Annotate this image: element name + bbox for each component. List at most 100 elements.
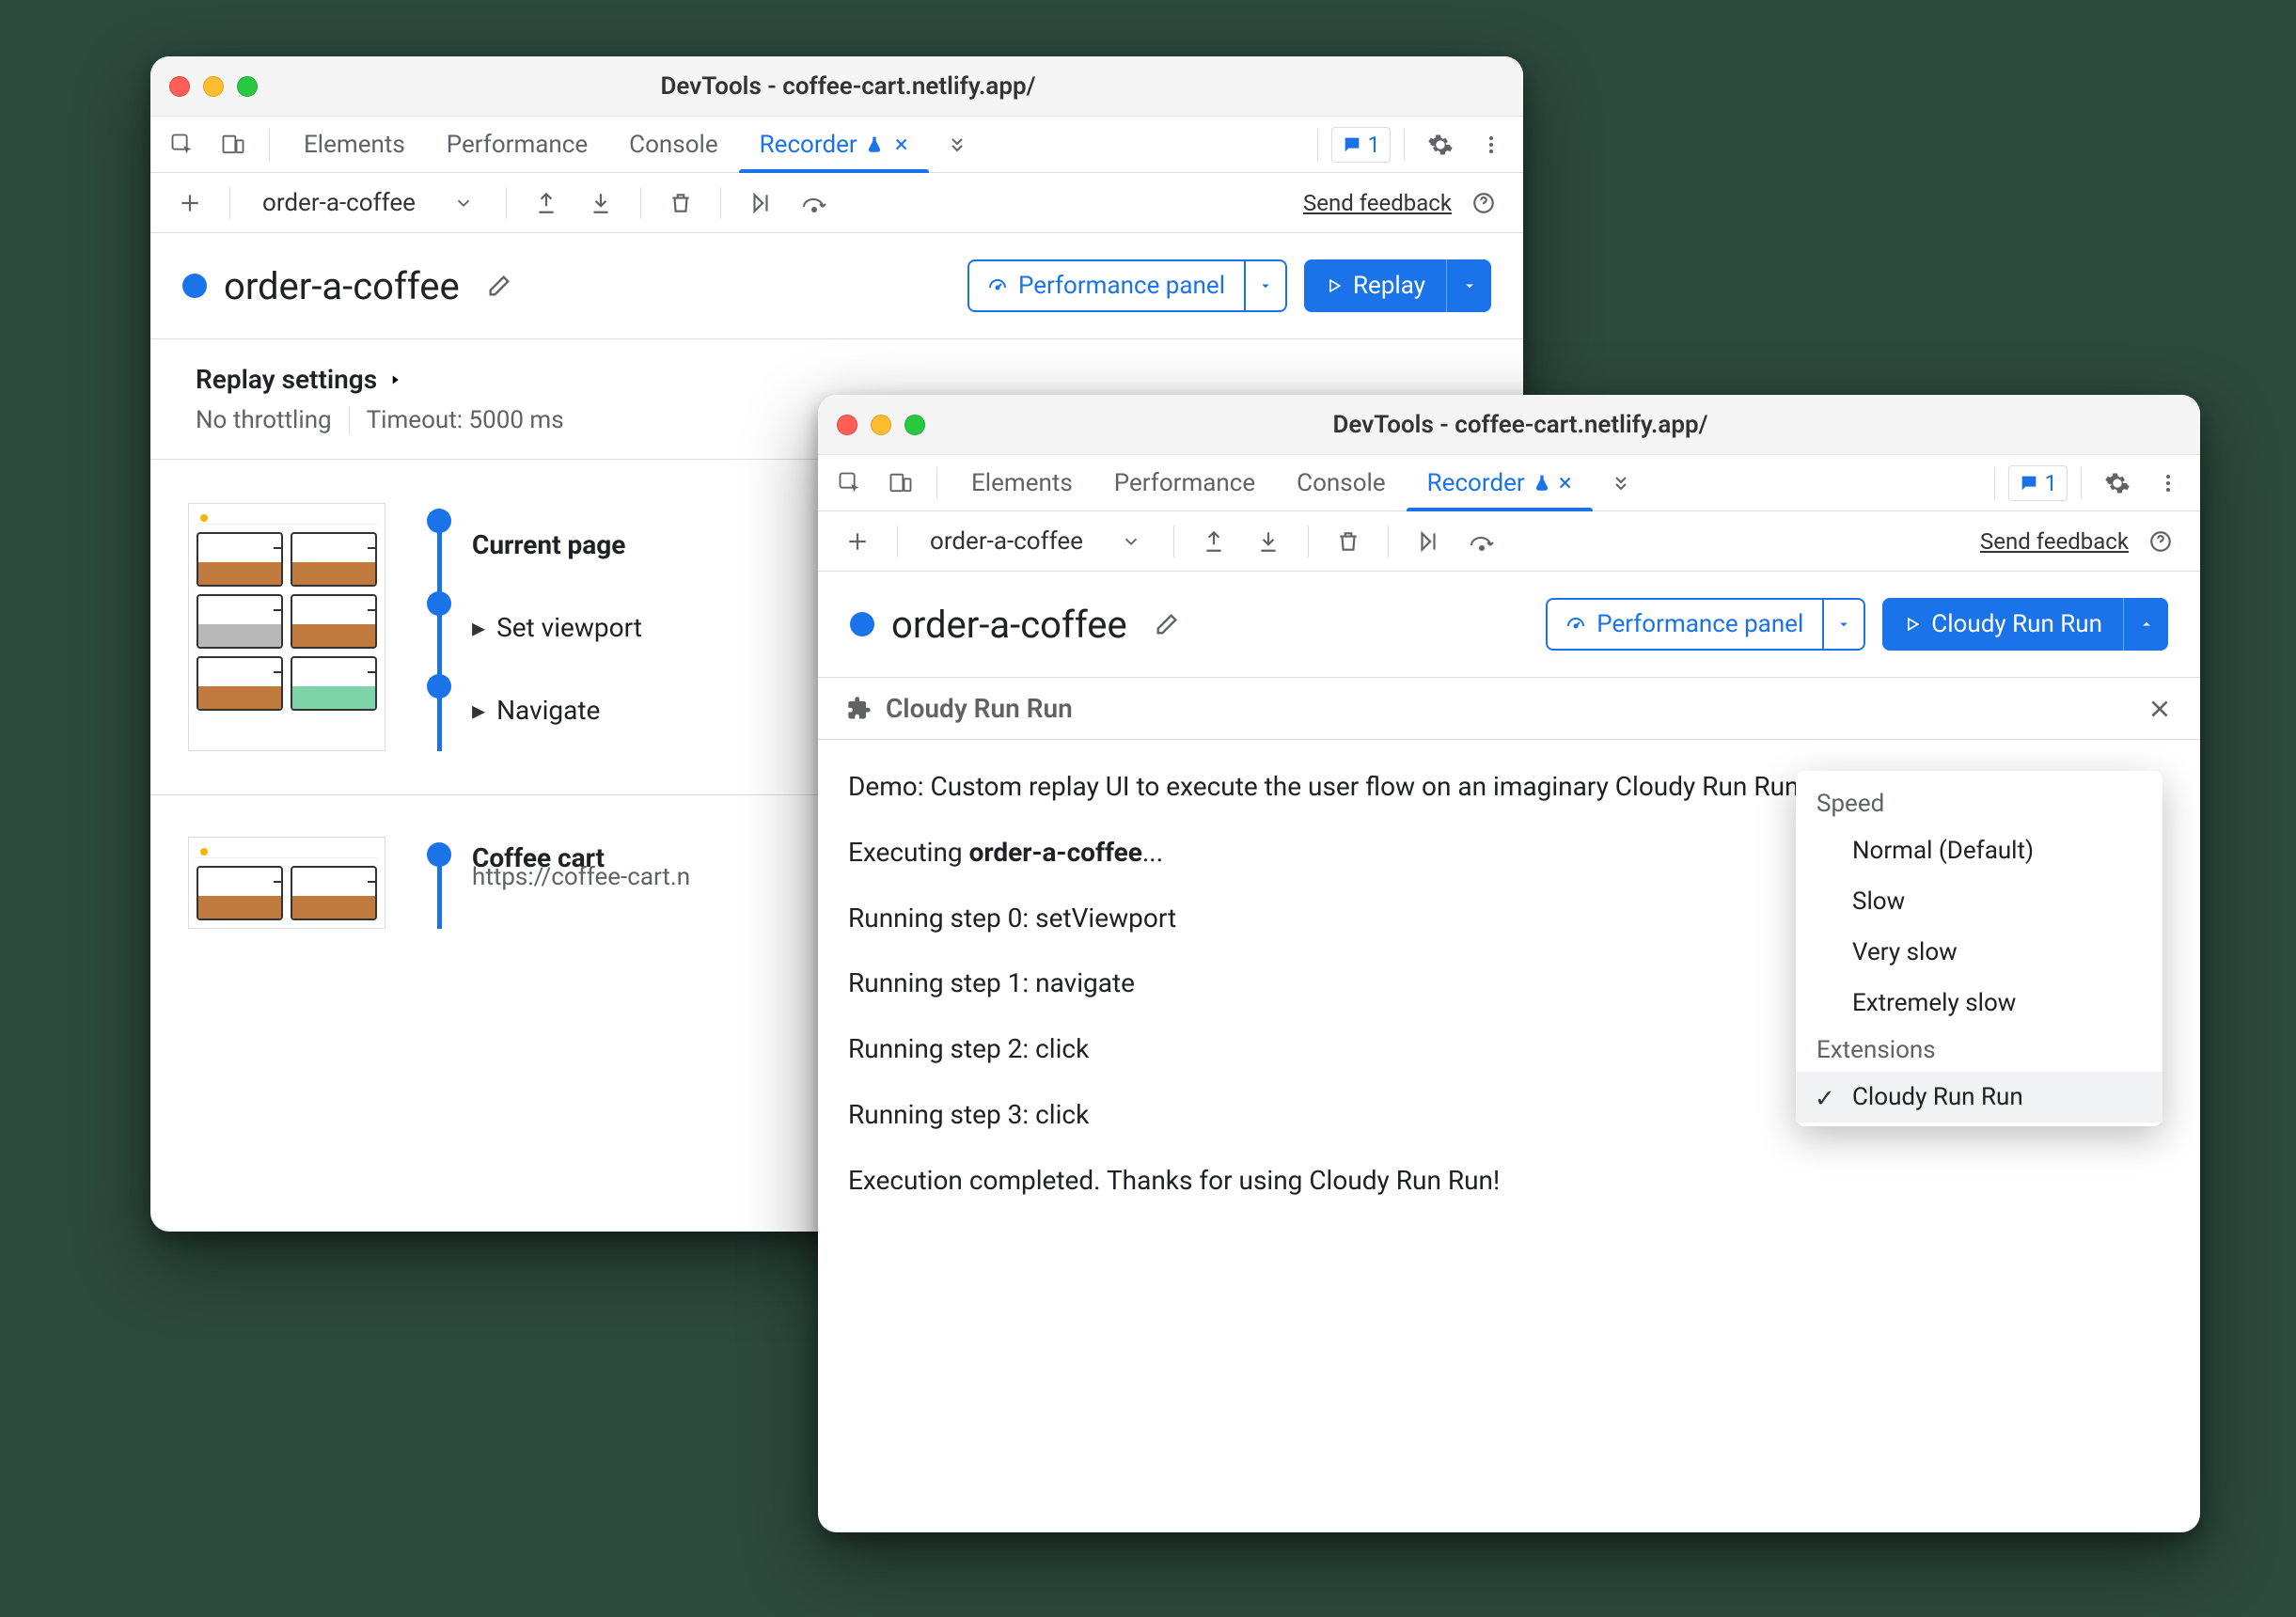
check-icon: ✓: [1815, 1085, 1835, 1113]
step-navigate[interactable]: ▸Navigate: [472, 668, 642, 751]
extension-icon: [846, 696, 873, 722]
run-dropdown-button[interactable]: [2123, 598, 2168, 651]
dropdown-group-speed: Speed: [1796, 782, 2162, 825]
edit-name-icon[interactable]: [1144, 602, 1189, 647]
play-icon: [1903, 615, 1922, 634]
more-tabs-icon[interactable]: [935, 122, 980, 167]
close-panel-icon[interactable]: [2147, 697, 2172, 721]
close-tab-icon[interactable]: ×: [1559, 469, 1572, 497]
page-thumbnail: [188, 503, 385, 751]
recording-name: order-a-coffee: [224, 264, 460, 308]
inspect-icon[interactable]: [160, 122, 205, 167]
step-timeline: [406, 503, 472, 751]
export-icon[interactable]: [1191, 519, 1236, 564]
close-window-button[interactable]: [837, 415, 857, 435]
issues-badge[interactable]: 1: [1331, 127, 1392, 163]
replay-button[interactable]: Replay: [1304, 259, 1446, 312]
kebab-icon[interactable]: [2146, 461, 2191, 506]
caret-right-icon: [386, 371, 403, 388]
tab-recorder[interactable]: Recorder ×: [1407, 455, 1593, 510]
extension-panel-header: Cloudy Run Run: [818, 678, 2200, 740]
step-timeline: [406, 837, 472, 929]
continue-icon[interactable]: [738, 181, 783, 226]
delete-icon[interactable]: [658, 181, 703, 226]
help-icon[interactable]: [1461, 181, 1506, 226]
dropdown-group-extensions: Extensions: [1796, 1028, 2162, 1072]
tab-recorder[interactable]: Recorder ×: [739, 117, 929, 172]
step-url: https://coffee-cart.n: [472, 863, 690, 891]
recording-status-dot: [850, 612, 874, 636]
perf-panel-dropdown-icon[interactable]: [1822, 600, 1864, 649]
window-titlebar: DevTools - coffee-cart.netlify.app/: [150, 56, 1523, 117]
recorder-toolbar: order-a-coffee Send feedback: [818, 511, 2200, 572]
tab-performance[interactable]: Performance: [426, 117, 608, 172]
edit-name-icon[interactable]: [477, 263, 522, 308]
step-current-page[interactable]: Current page: [472, 503, 642, 586]
devtools-tabbar: Elements Performance Console Recorder × …: [150, 117, 1523, 173]
send-feedback-link[interactable]: Send feedback: [1980, 528, 2129, 555]
recorder-toolbar: order-a-coffee Send feedback: [150, 173, 1523, 233]
window-title: DevTools - coffee-cart.netlify.app/: [859, 411, 2181, 439]
page-thumbnail: [188, 837, 385, 929]
recording-name: order-a-coffee: [891, 603, 1127, 647]
flask-icon: [1533, 474, 1551, 493]
new-recording-icon[interactable]: [835, 519, 880, 564]
recording-header: order-a-coffee Performance panel Replay: [150, 233, 1523, 339]
window-titlebar: DevTools - coffee-cart.netlify.app/: [818, 395, 2200, 455]
caret-right-icon: ▸: [472, 695, 485, 726]
perf-panel-dropdown-icon[interactable]: [1244, 261, 1285, 310]
dropdown-item-slow[interactable]: Slow: [1796, 876, 2162, 927]
performance-panel-button[interactable]: Performance panel: [967, 259, 1287, 312]
devtools-tabbar: Elements Performance Console Recorder × …: [818, 455, 2200, 511]
tab-console[interactable]: Console: [608, 117, 738, 172]
flask-icon: [865, 135, 884, 154]
tab-console[interactable]: Console: [1276, 455, 1406, 510]
continue-icon[interactable]: [1406, 519, 1451, 564]
inspect-icon[interactable]: [827, 461, 873, 506]
log-done: Execution completed. Thanks for using Cl…: [848, 1156, 2170, 1205]
device-toggle-icon[interactable]: [211, 122, 256, 167]
extension-name: Cloudy Run Run: [886, 693, 1073, 724]
step-set-viewport[interactable]: ▸Set viewport: [472, 586, 642, 668]
issues-icon: [2019, 473, 2039, 494]
more-tabs-icon[interactable]: [1598, 461, 1643, 506]
cloudy-run-button[interactable]: Cloudy Run Run: [1882, 598, 2123, 651]
delete-icon[interactable]: [1326, 519, 1371, 564]
export-icon[interactable]: [524, 181, 569, 226]
step-over-icon[interactable]: [793, 181, 838, 226]
chevron-down-icon: [1121, 531, 1141, 552]
issues-icon: [1342, 134, 1362, 155]
tab-performance[interactable]: Performance: [1093, 455, 1276, 510]
dropdown-item-extremely-slow[interactable]: Extremely slow: [1796, 978, 2162, 1028]
issues-badge[interactable]: 1: [2008, 465, 2068, 501]
import-icon[interactable]: [1246, 519, 1291, 564]
gauge-icon: [1565, 613, 1587, 636]
window-title: DevTools - coffee-cart.netlify.app/: [192, 72, 1504, 101]
device-toggle-icon[interactable]: [878, 461, 923, 506]
import-icon[interactable]: [578, 181, 623, 226]
step-over-icon[interactable]: [1460, 519, 1505, 564]
dropdown-item-normal[interactable]: Normal (Default): [1796, 825, 2162, 876]
tab-elements[interactable]: Elements: [951, 455, 1093, 510]
play-icon: [1325, 276, 1344, 295]
recording-header: order-a-coffee Performance panel Cloudy …: [818, 572, 2200, 678]
recording-select[interactable]: order-a-coffee: [915, 521, 1156, 562]
kebab-icon[interactable]: [1469, 122, 1514, 167]
replay-speed-dropdown: Speed Normal (Default) Slow Very slow Ex…: [1796, 771, 2162, 1126]
settings-icon[interactable]: [1418, 122, 1463, 167]
help-icon[interactable]: [2138, 519, 2183, 564]
replay-dropdown-button[interactable]: [1446, 259, 1491, 312]
dropdown-item-very-slow[interactable]: Very slow: [1796, 927, 2162, 978]
new-recording-icon[interactable]: [167, 181, 212, 226]
close-window-button[interactable]: [169, 76, 190, 97]
dropdown-item-cloudy-run-run[interactable]: ✓ Cloudy Run Run: [1796, 1072, 2162, 1122]
chevron-down-icon: [453, 193, 474, 213]
performance-panel-button[interactable]: Performance panel: [1546, 598, 1865, 651]
send-feedback-link[interactable]: Send feedback: [1303, 190, 1452, 216]
timeout-value: Timeout: 5000 ms: [367, 406, 564, 434]
settings-icon[interactable]: [2095, 461, 2140, 506]
close-tab-icon[interactable]: ×: [895, 131, 908, 159]
recording-select[interactable]: order-a-coffee: [247, 182, 489, 224]
tab-elements[interactable]: Elements: [283, 117, 426, 172]
replay-settings-toggle[interactable]: Replay settings: [196, 364, 1478, 395]
